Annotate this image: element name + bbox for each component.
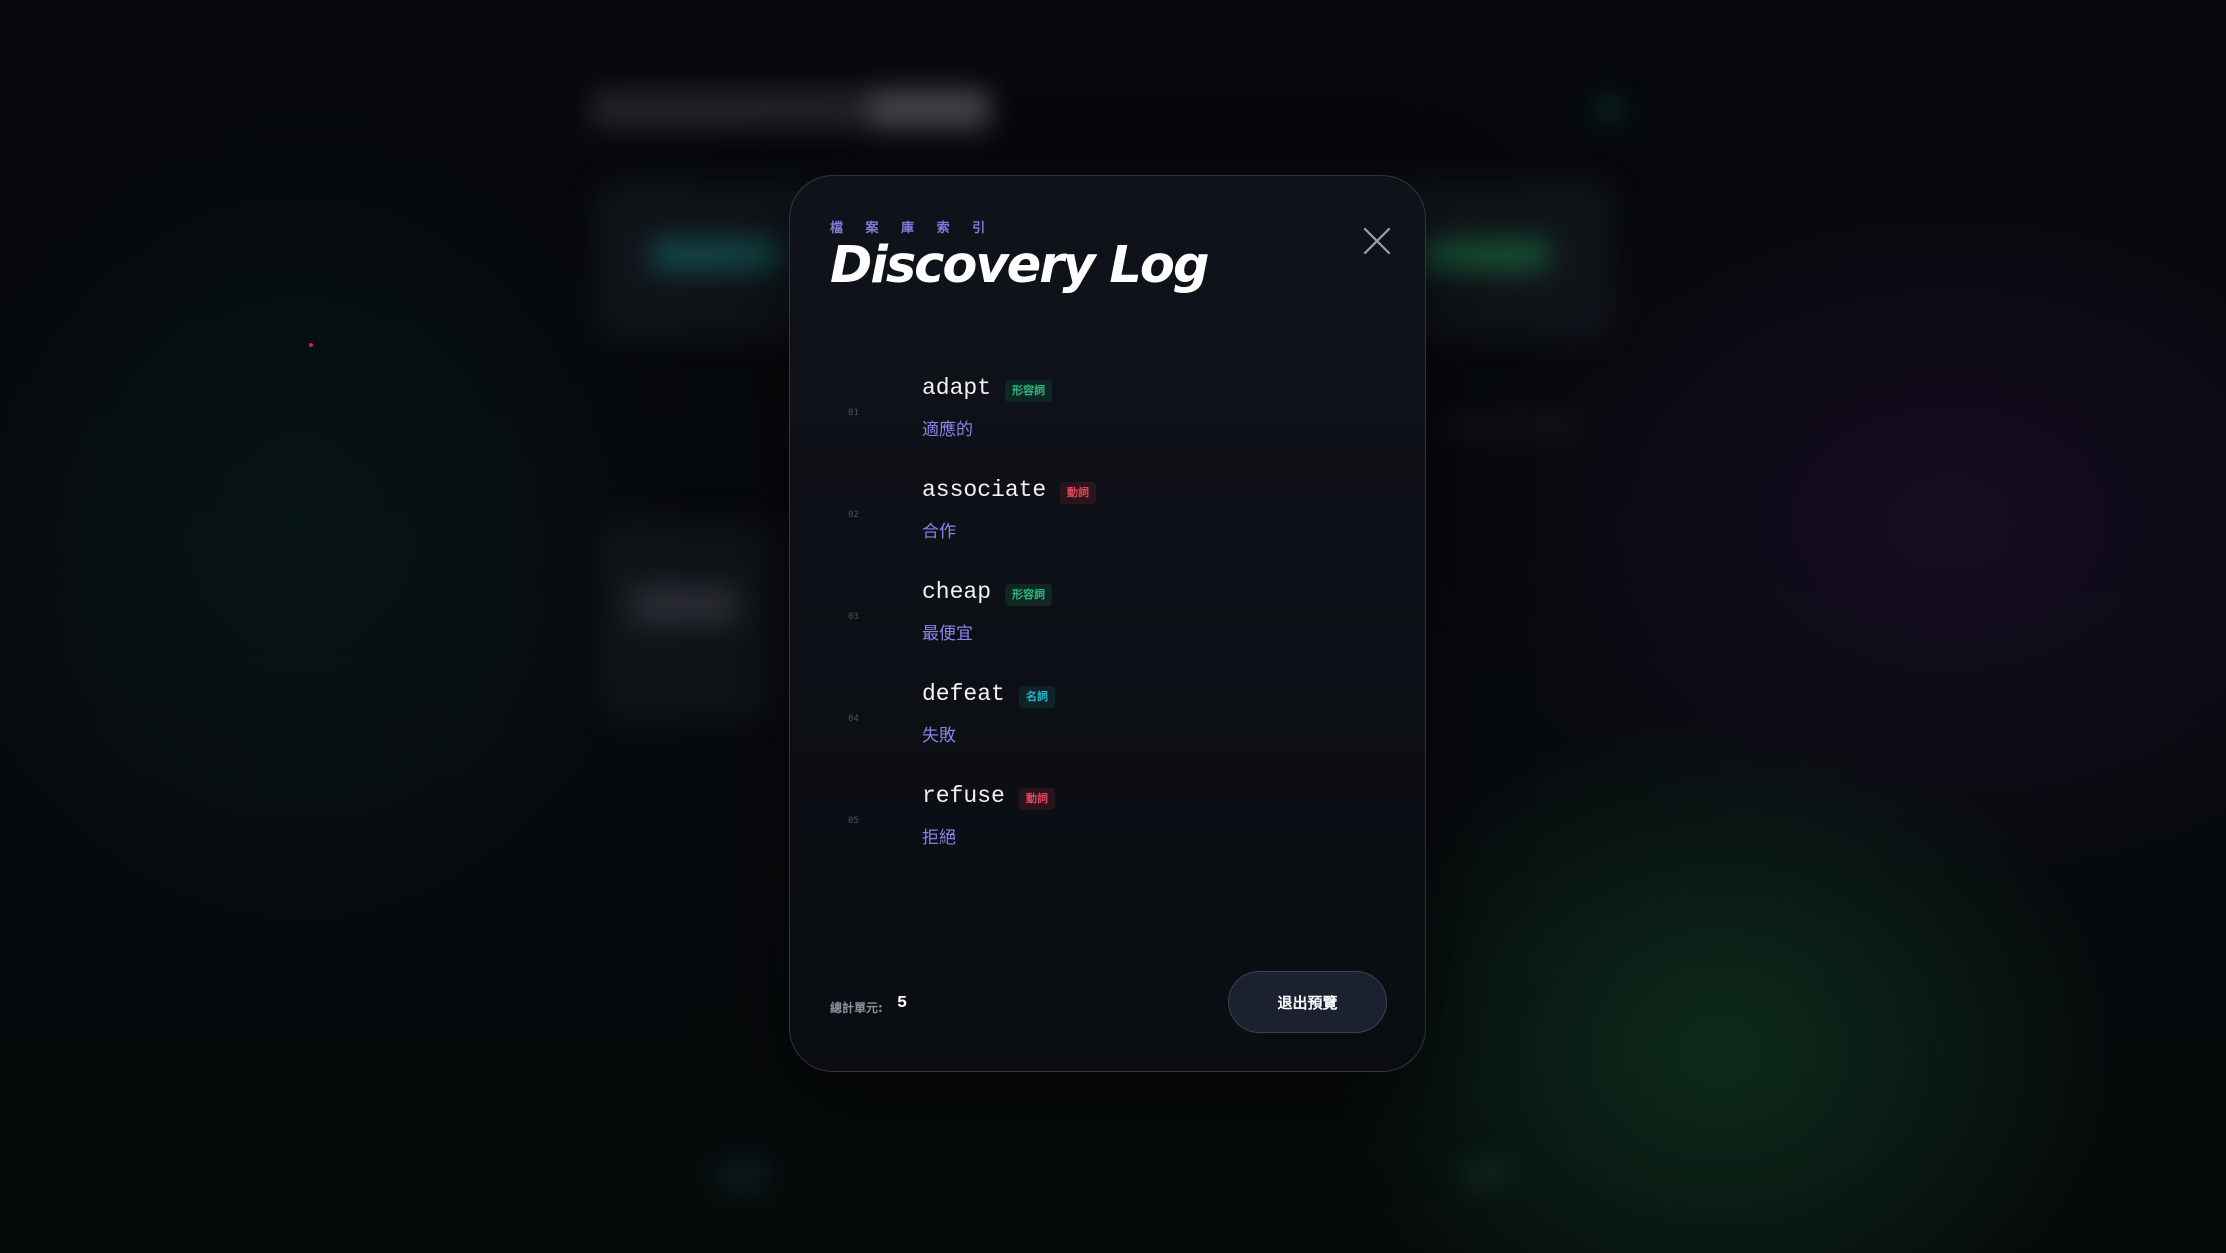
background-text-line [1440,420,1580,434]
entry-meaning: 最便宜 [922,624,973,644]
part-of-speech-badge: 動詞 [1060,482,1096,504]
list-item: 01 adapt 形容詞適應的 [830,371,1390,473]
total-units-count: 5 [897,994,908,1013]
entry-word: associate [922,477,1047,503]
list-item: 05 refuse 動詞拒絕 [830,779,1390,881]
background-title-placeholder [590,90,990,128]
entry-number: 04 [848,714,859,724]
entry-number: 05 [848,816,859,826]
close-button[interactable] [1360,224,1394,258]
background-footer-item [1460,1160,1510,1188]
exit-preview-button[interactable]: 退出預覽 [1228,971,1387,1033]
background-progress-bar-right [1420,240,1550,270]
part-of-speech-badge: 形容詞 [1005,584,1052,606]
background-chip [630,585,740,625]
total-units-label: 總計單元: [830,1001,883,1015]
entry-word: defeat [922,681,1005,707]
vocabulary-list: 01 adapt 形容詞 適應的 02 associate 動詞 合作 03 cheap 形容詞 最便… [830,371,1390,881]
entry-word: cheap [922,579,992,605]
entry-meaning: 適應的 [922,420,973,440]
entry-meaning: 失敗 [922,726,956,746]
list-item: 03 cheap 形容詞最便宜 [830,575,1390,677]
entry-number: 02 [848,510,859,520]
background-progress-bar-left [650,240,780,270]
entry-number: 03 [848,612,859,622]
modal-kicker: 檔 案 庫 索 引 [830,221,995,236]
background-avatar-placeholder [1595,95,1623,123]
close-icon [1363,227,1391,255]
cursor-dot [309,343,313,347]
discovery-log-modal: 檔 案 庫 索 引 Discovery Log 01 adapt 形容詞 適應的 02 a… [789,175,1426,1072]
entry-number: 01 [848,408,859,418]
part-of-speech-badge: 形容詞 [1005,380,1052,402]
background-footer-item [720,1160,770,1188]
entry-meaning: 拒絕 [922,828,956,848]
part-of-speech-badge: 名詞 [1019,686,1055,708]
list-item: 04 defeat 名詞失敗 [830,677,1390,779]
entry-word: refuse [922,783,1005,809]
modal-title: Discovery Log [830,236,1209,295]
entry-word: adapt [922,375,992,401]
part-of-speech-badge: 動詞 [1019,788,1055,810]
app-backdrop: 檔 案 庫 索 引 Discovery Log 01 adapt 形容詞 適應的 02 a… [0,0,2226,1253]
list-item: 02 associate 動詞合作 [830,473,1390,575]
entry-meaning: 合作 [922,522,956,542]
